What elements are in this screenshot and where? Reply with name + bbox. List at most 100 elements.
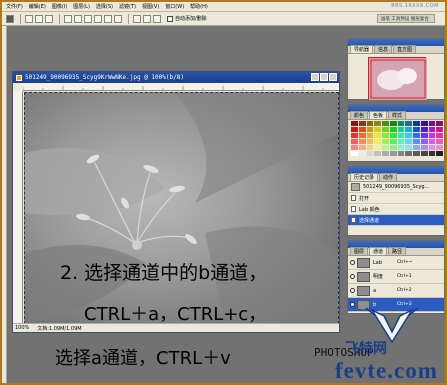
swatch-cell[interactable] — [405, 145, 412, 150]
swatch-cell[interactable] — [382, 127, 389, 132]
swatch-cell[interactable] — [351, 151, 358, 156]
swatch-cell[interactable] — [351, 139, 358, 144]
swatch-cell[interactable] — [382, 133, 389, 138]
swatch-cell[interactable] — [374, 133, 381, 138]
swatch-cell[interactable] — [389, 127, 397, 132]
swatch-cell[interactable] — [405, 127, 412, 132]
swatch-cell[interactable] — [351, 127, 358, 132]
swatch-cell[interactable] — [351, 133, 358, 138]
swatch-cell[interactable] — [436, 139, 443, 144]
history-snapshot[interactable]: 501249_90096935_Scyg... — [348, 182, 444, 193]
eye-icon[interactable] — [350, 260, 355, 265]
swatch-cell[interactable] — [374, 121, 381, 126]
swatch-cell[interactable] — [397, 127, 405, 132]
swatch-cell[interactable] — [389, 145, 397, 150]
swatch-cell[interactable] — [366, 139, 374, 144]
swatch-cell[interactable] — [351, 145, 358, 150]
swatch-cell[interactable] — [351, 121, 358, 126]
fill-pixels-icon[interactable] — [45, 14, 53, 23]
swatch-cell[interactable] — [420, 145, 428, 150]
image-canvas[interactable] — [24, 92, 339, 324]
tab-info[interactable]: 信息 — [374, 45, 393, 53]
swatch-cell[interactable] — [366, 133, 374, 138]
menu-filter[interactable]: 滤镜(T) — [119, 3, 136, 10]
history-item[interactable]: 打开 — [348, 193, 444, 204]
swatch-cell[interactable] — [428, 127, 436, 132]
history-item[interactable]: Lab 颜色 — [348, 204, 444, 215]
close-button[interactable] — [329, 73, 337, 81]
tab-color[interactable]: 颜色 — [350, 111, 369, 119]
swatch-cell[interactable] — [428, 139, 436, 144]
pen-tool-icon[interactable] — [6, 14, 14, 23]
swatch-cell[interactable] — [382, 121, 389, 126]
tab-history[interactable]: 历史记录 — [350, 173, 379, 181]
menu-image[interactable]: 图像(I) — [52, 3, 67, 10]
swatch-cell[interactable] — [358, 121, 366, 126]
path-intersect-icon[interactable] — [153, 14, 161, 23]
swatch-cell[interactable] — [436, 133, 443, 138]
auto-add-delete-checkbox[interactable] — [167, 15, 173, 22]
swatch-cell[interactable] — [428, 133, 436, 138]
line-tool-icon[interactable] — [104, 14, 112, 23]
menu-window[interactable]: 窗口(W) — [165, 3, 184, 10]
history-item-selected[interactable]: 选择通道 — [348, 215, 444, 226]
paths-icon[interactable] — [35, 14, 43, 23]
swatch-cell[interactable] — [374, 151, 381, 156]
channel-row-a[interactable]: a Ctrl+2 — [348, 284, 444, 298]
swatch-cell[interactable] — [413, 139, 420, 144]
swatch-cell[interactable] — [428, 151, 436, 156]
eye-icon[interactable] — [350, 274, 355, 279]
maximize-button[interactable] — [320, 73, 328, 81]
swatch-cell[interactable] — [389, 133, 397, 138]
swatch-cell[interactable] — [428, 121, 436, 126]
swatch-cell[interactable] — [358, 145, 366, 150]
swatch-cell[interactable] — [436, 151, 443, 156]
swatch-cell[interactable] — [397, 121, 405, 126]
ellipse-tool-icon[interactable] — [84, 14, 92, 23]
swatch-cell[interactable] — [397, 133, 405, 138]
menu-layer[interactable]: 图层(L) — [73, 3, 90, 10]
eye-icon[interactable] — [350, 302, 355, 307]
tab-navigator[interactable]: 导航器 — [350, 45, 374, 53]
menu-file[interactable]: 文件(F) — [6, 3, 23, 10]
zoom-level[interactable]: 100% — [15, 325, 29, 331]
swatch-cell[interactable] — [397, 145, 405, 150]
tab-swatches[interactable]: 色板 — [369, 111, 388, 119]
swatch-cell[interactable] — [405, 151, 412, 156]
swatch-cell[interactable] — [413, 133, 420, 138]
swatch-cell[interactable] — [366, 127, 374, 132]
swatch-cell[interactable] — [420, 139, 428, 144]
swatch-cell[interactable] — [397, 139, 405, 144]
swatch-cell[interactable] — [366, 151, 374, 156]
swatch-cell[interactable] — [358, 139, 366, 144]
swatch-cell[interactable] — [382, 139, 389, 144]
tab-histogram[interactable]: 直方图 — [393, 45, 417, 53]
swatch-cell[interactable] — [428, 145, 436, 150]
menu-view[interactable]: 视图(V) — [142, 3, 159, 10]
tab-channels[interactable]: 通道 — [369, 247, 388, 255]
swatch-cell[interactable] — [382, 151, 389, 156]
swatch-cell[interactable] — [366, 121, 374, 126]
tab-paths[interactable]: 路径 — [388, 247, 407, 255]
swatch-cell[interactable] — [436, 127, 443, 132]
document-titlebar[interactable]: 501249_90096935_Scyg9KrWwNKe.jpg @ 100%(… — [13, 72, 339, 83]
tab-styles[interactable]: 样式 — [388, 111, 407, 119]
swatch-cell[interactable] — [436, 145, 443, 150]
swatch-cell[interactable] — [374, 139, 381, 144]
swatch-cell[interactable] — [389, 151, 397, 156]
swatch-grid[interactable] — [351, 121, 443, 156]
swatch-cell[interactable] — [366, 145, 374, 150]
menu-help[interactable]: 帮助(H) — [190, 3, 208, 10]
swatch-cell[interactable] — [374, 145, 381, 150]
minimize-button[interactable] — [311, 73, 319, 81]
swatch-cell[interactable] — [413, 145, 420, 150]
swatch-cell[interactable] — [389, 121, 397, 126]
swatch-cell[interactable] — [405, 139, 412, 144]
tab-actions[interactable]: 动作 — [379, 173, 398, 181]
swatch-cell[interactable] — [420, 127, 428, 132]
swatch-cell[interactable] — [405, 121, 412, 126]
swatch-cell[interactable] — [358, 151, 366, 156]
swatch-cell[interactable] — [382, 145, 389, 150]
swatch-cell[interactable] — [420, 121, 428, 126]
polygon-tool-icon[interactable] — [94, 14, 102, 23]
